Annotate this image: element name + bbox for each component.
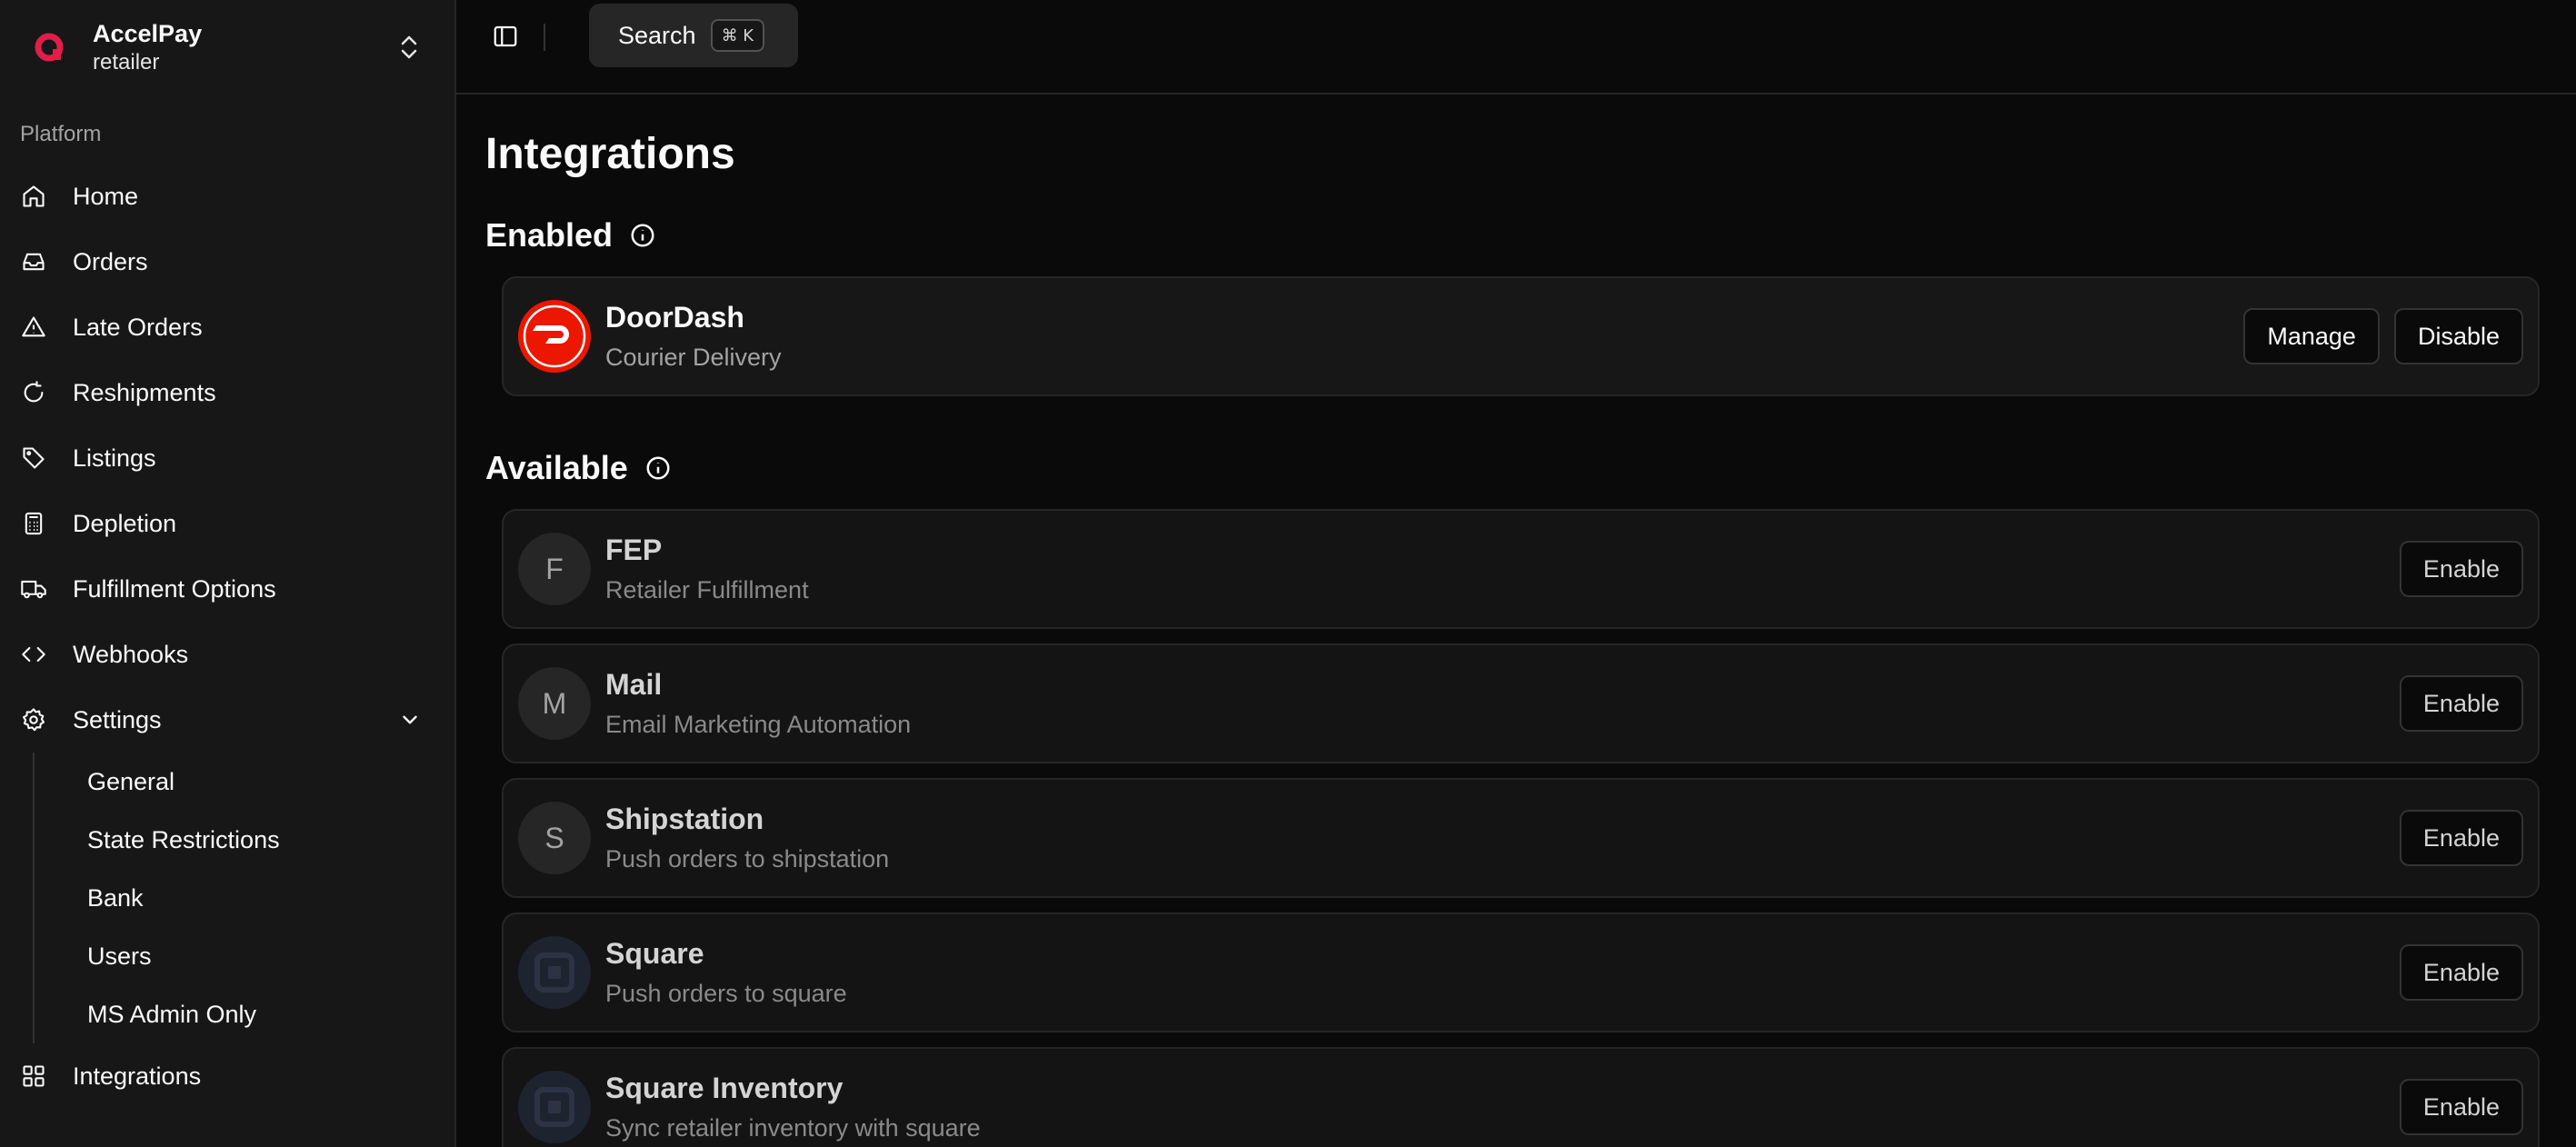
integration-description: Email Marketing Automation [605, 711, 912, 738]
enable-button[interactable]: Enable [2399, 1079, 2523, 1135]
integration-initial-avatar: F [518, 533, 591, 605]
available-section-heading: Available [485, 447, 2540, 489]
sidebar-item-reshipments[interactable]: Reshipments [0, 360, 454, 425]
integration-name: Square [605, 937, 704, 970]
info-icon[interactable] [629, 222, 656, 249]
panel-left-icon [494, 25, 517, 47]
sidebar-item-label: Depletion [73, 509, 177, 537]
chevron-down-icon [403, 715, 417, 724]
refresh-icon [18, 377, 49, 408]
integration-card-shipstation: S Shipstation Push orders to shipstation… [502, 778, 2540, 898]
integration-description: Courier Delivery [605, 344, 782, 371]
main-nav: Home Orders Late Orders Reshipments List… [0, 164, 454, 1109]
integration-description: Retailer Fulfillment [605, 576, 809, 603]
calculator-icon [18, 508, 49, 539]
integration-card-square-inventory: Square Inventory Sync retailer inventory… [502, 1047, 2540, 1147]
integration-initial-avatar: M [518, 667, 591, 740]
sidebar-item-label: Listings [73, 444, 156, 472]
search-label: Search [618, 21, 696, 49]
sidebar-item-label: Webhooks [73, 640, 189, 668]
info-icon[interactable] [644, 454, 672, 482]
integration-card-mail: M Mail Email Marketing Automation Enable [502, 643, 2540, 763]
doordash-logo-icon [518, 300, 591, 373]
alert-triangle-icon [18, 312, 49, 343]
sidebar-item-home[interactable]: Home [0, 164, 454, 229]
search-shortcut-badge: ⌘ K [710, 19, 765, 52]
integration-description: Sync retailer inventory with square [605, 1114, 981, 1142]
sidebar-item-label: Reshipments [73, 378, 216, 406]
enable-button[interactable]: Enable [2399, 810, 2523, 866]
topbar: Search ⌘ K [456, 0, 2576, 95]
enable-button[interactable]: Enable [2399, 944, 2523, 1001]
sidebar-item-late-orders[interactable]: Late Orders [0, 294, 454, 360]
sidebar-item-label: Settings [73, 705, 162, 733]
sidebar-item-label: Home [73, 182, 139, 210]
sidebar-item-settings[interactable]: Settings [0, 687, 454, 753]
tag-icon [18, 443, 49, 474]
chevrons-up-down-icon [396, 29, 422, 65]
sidebar: AccelPay retailer Platform Home Orders L… [0, 0, 456, 1147]
sidebar-item-webhooks[interactable]: Webhooks [0, 622, 454, 687]
org-switcher[interactable]: AccelPay retailer [0, 0, 454, 82]
integration-initial-avatar: S [518, 802, 591, 874]
enabled-heading-text: Enabled [485, 216, 614, 254]
sidebar-item-orders[interactable]: Orders [0, 229, 454, 294]
integration-name: FEP [605, 534, 663, 566]
enable-button[interactable]: Enable [2399, 675, 2523, 732]
accelpay-logo-icon [35, 33, 64, 62]
inbox-icon [18, 246, 49, 277]
main-content: Search ⌘ K Integrations Enabled DoorDash… [456, 0, 2576, 1147]
gear-icon [18, 704, 49, 735]
square-logo-icon [518, 1071, 591, 1143]
sidebar-item-label: Integrations [73, 1062, 202, 1090]
sidebar-toggle-button[interactable] [487, 18, 524, 55]
sidebar-item-label: Orders [73, 247, 148, 275]
settings-subnav: General State Restrictions Bank Users MS… [33, 753, 454, 1043]
grid-icon [18, 1061, 49, 1092]
sidebar-subitem-bank[interactable]: Bank [35, 869, 454, 927]
sidebar-item-depletion[interactable]: Depletion [0, 491, 454, 556]
truck-icon [18, 574, 49, 604]
code-icon [18, 639, 49, 670]
sidebar-item-label: Late Orders [73, 313, 203, 341]
integration-description: Push orders to square [605, 980, 847, 1007]
integration-name: DoorDash [605, 301, 744, 334]
square-logo-icon [518, 936, 591, 1009]
page-title: Integrations [485, 130, 735, 178]
integration-name: Square Inventory [605, 1072, 844, 1104]
sidebar-item-fulfillment-options[interactable]: Fulfillment Options [0, 556, 454, 622]
org-role: retailer [93, 50, 160, 75]
manage-button[interactable]: Manage [2243, 308, 2380, 364]
search-button[interactable]: Search ⌘ K [589, 4, 798, 67]
sidebar-subitem-users[interactable]: Users [35, 927, 454, 985]
integration-name: Mail [605, 668, 663, 701]
topbar-divider [544, 24, 545, 51]
sidebar-item-label: Fulfillment Options [73, 574, 276, 603]
available-list: F FEP Retailer Fulfillment Enable M Mail… [485, 509, 2540, 1147]
sidebar-subitem-state-restrictions[interactable]: State Restrictions [35, 811, 454, 869]
disable-button[interactable]: Disable [2393, 308, 2523, 364]
integrations-page: Integrations Enabled DoorDash Courier De… [456, 95, 2576, 1147]
nav-group-label: Platform [20, 122, 102, 146]
integration-card-square: Square Push orders to square Enable [502, 913, 2540, 1032]
integration-card-doordash: DoorDash Courier Delivery Manage Disable [502, 276, 2540, 396]
sidebar-item-listings[interactable]: Listings [0, 425, 454, 491]
enable-button[interactable]: Enable [2399, 541, 2523, 597]
sidebar-subitem-general[interactable]: General [35, 753, 454, 811]
sidebar-item-integrations[interactable]: Integrations [0, 1043, 454, 1109]
integration-card-fep: F FEP Retailer Fulfillment Enable [502, 509, 2540, 629]
integration-name: Shipstation [605, 803, 764, 835]
integration-description: Push orders to shipstation [605, 845, 890, 873]
sidebar-subitem-ms-admin-only[interactable]: MS Admin Only [35, 985, 454, 1043]
enabled-section-heading: Enabled [485, 214, 2540, 256]
available-heading-text: Available [485, 449, 628, 486]
org-name: AccelPay [93, 20, 203, 47]
home-icon [18, 181, 49, 212]
enabled-list: DoorDash Courier Delivery Manage Disable [485, 276, 2540, 396]
app-root: AccelPay retailer Platform Home Orders L… [0, 0, 2576, 1147]
